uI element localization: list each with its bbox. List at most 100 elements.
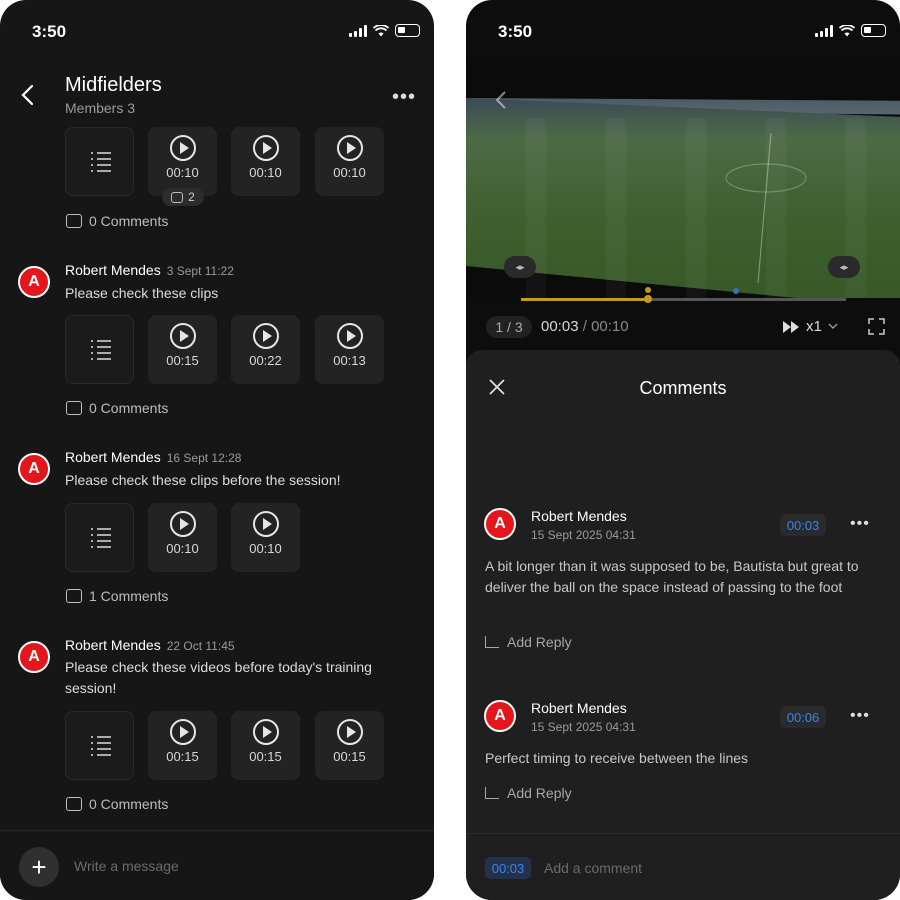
play-icon [337, 323, 363, 349]
video-clip[interactable]: 00:15 [231, 711, 300, 780]
comment-marker[interactable] [645, 287, 651, 293]
video-clip[interactable]: 00:15 [148, 711, 217, 780]
clip-list-button[interactable] [65, 315, 134, 384]
avatar: A [18, 266, 50, 298]
clip-comment-badge: 2 [162, 188, 204, 206]
status-time: 3:50 [498, 22, 533, 41]
signal-icon [349, 24, 367, 37]
play-icon [253, 511, 279, 537]
add-reply-button[interactable]: Add Reply [485, 634, 572, 650]
back-icon[interactable] [20, 84, 36, 106]
clip-duration: 00:10 [166, 165, 199, 180]
message-time: 22 Oct 11:45 [166, 639, 235, 653]
chat-screen: 3:50 Midfielders Members 3 ••• 00:10 00:… [0, 0, 434, 900]
clip-list-button[interactable] [65, 503, 134, 572]
clip-duration: 00:22 [249, 353, 282, 368]
comment-author: Robert Mendes [531, 508, 627, 524]
comment-timestamp[interactable]: 00:06 [780, 706, 826, 728]
status-bar: 3:50 [0, 0, 434, 60]
clip-duration: 00:10 [249, 541, 282, 556]
wifi-icon [373, 24, 389, 36]
play-icon [253, 323, 279, 349]
wifi-icon [839, 24, 855, 36]
comment-date: 15 Sept 2025 04:31 [531, 720, 636, 734]
clip-list-button[interactable] [65, 711, 134, 780]
clip-duration: 00:15 [333, 749, 366, 764]
message-text: Please check these clips before the sess… [65, 472, 341, 488]
list-icon [91, 340, 111, 360]
play-icon [337, 135, 363, 161]
comment-author: Robert Mendes [531, 700, 627, 716]
more-icon[interactable]: ••• [392, 86, 416, 109]
back-icon[interactable] [494, 90, 508, 110]
play-icon [170, 135, 196, 161]
video-clip[interactable]: 00:10 [315, 127, 384, 196]
comment-icon [66, 589, 82, 603]
avatar: A [484, 700, 516, 732]
comments-sheet: Comments A Robert Mendes 15 Sept 2025 04… [466, 350, 900, 900]
list-icon [91, 736, 111, 756]
avatar: A [484, 508, 516, 540]
comment-marker[interactable] [733, 288, 739, 294]
plus-icon[interactable]: + [19, 847, 59, 887]
message-input[interactable]: Write a message [74, 858, 179, 874]
message-text: Please check these clips [65, 285, 219, 301]
video-clip[interactable]: 00:10 [231, 127, 300, 196]
current-time: 00:03 [541, 318, 579, 335]
status-bar: 3:50 [466, 0, 900, 60]
reply-arrow-icon [485, 787, 499, 799]
duration: 00:10 [591, 318, 629, 335]
comment-icon [66, 401, 82, 415]
signal-icon [815, 24, 833, 37]
comments-link[interactable]: 0 Comments [66, 213, 168, 229]
video-clip[interactable]: 00:10 [148, 503, 217, 572]
video-clip[interactable]: 00:22 [231, 315, 300, 384]
comments-link[interactable]: 1 Comments [66, 588, 168, 604]
comment-composer: 00:03 Add a comment [466, 833, 900, 900]
comment-date: 15 Sept 2025 04:31 [531, 528, 636, 542]
comment-text: A bit longer than it was supposed to be,… [485, 558, 859, 595]
play-icon [170, 719, 196, 745]
list-icon [91, 152, 111, 172]
clip-duration: 00:15 [249, 749, 282, 764]
add-reply-button[interactable]: Add Reply [485, 785, 572, 801]
playhead[interactable] [644, 295, 652, 303]
trim-handle-end[interactable]: ◂▸ [828, 256, 860, 278]
group-title: Midfielders [65, 74, 162, 96]
video-clip[interactable]: 00:15 [315, 711, 384, 780]
message-sender: Robert Mendes 16 Sept 12:28 [65, 449, 242, 465]
video-clip[interactable]: 00:13 [315, 315, 384, 384]
message-composer: + Write a message [0, 830, 434, 900]
message-time: 16 Sept 12:28 [166, 451, 242, 465]
comment-timestamp[interactable]: 00:03 [780, 514, 826, 536]
comment-text: Perfect timing to receive between the li… [485, 750, 749, 766]
more-icon[interactable]: ••• [850, 707, 870, 725]
message-text: Please check these videos before today's… [65, 659, 372, 696]
battery-icon [395, 24, 420, 37]
clip-duration: 00:15 [166, 749, 199, 764]
clip-duration: 00:10 [249, 165, 282, 180]
fullscreen-icon[interactable] [868, 318, 885, 335]
fast-forward-icon [783, 320, 799, 333]
player-controls: 1 / 3 00:03 / 00:10 x1 [466, 316, 900, 338]
more-icon[interactable]: ••• [850, 515, 870, 533]
clip-list-button[interactable] [65, 127, 134, 196]
video-clip[interactable]: 00:10 [148, 127, 217, 196]
message-time: 3 Sept 11:22 [166, 264, 234, 278]
message-sender: Robert Mendes 22 Oct 11:45 [65, 637, 235, 653]
video-clip[interactable]: 00:10 [231, 503, 300, 572]
comment-icon [171, 191, 184, 203]
comments-link[interactable]: 0 Comments [66, 796, 168, 812]
reply-arrow-icon [485, 636, 499, 648]
comment-icon [66, 214, 82, 228]
composer-timestamp[interactable]: 00:03 [485, 857, 531, 879]
clip-duration: 00:15 [166, 353, 199, 368]
video-clip[interactable]: 00:15 [148, 315, 217, 384]
avatar: A [18, 453, 50, 485]
trim-handle-start[interactable]: ◂▸ [504, 256, 536, 278]
speed-selector[interactable]: x1 [782, 318, 838, 335]
status-time: 3:50 [32, 22, 67, 41]
comments-link[interactable]: 0 Comments [66, 400, 168, 416]
list-icon [91, 528, 111, 548]
comment-input[interactable]: Add a comment [544, 860, 642, 876]
